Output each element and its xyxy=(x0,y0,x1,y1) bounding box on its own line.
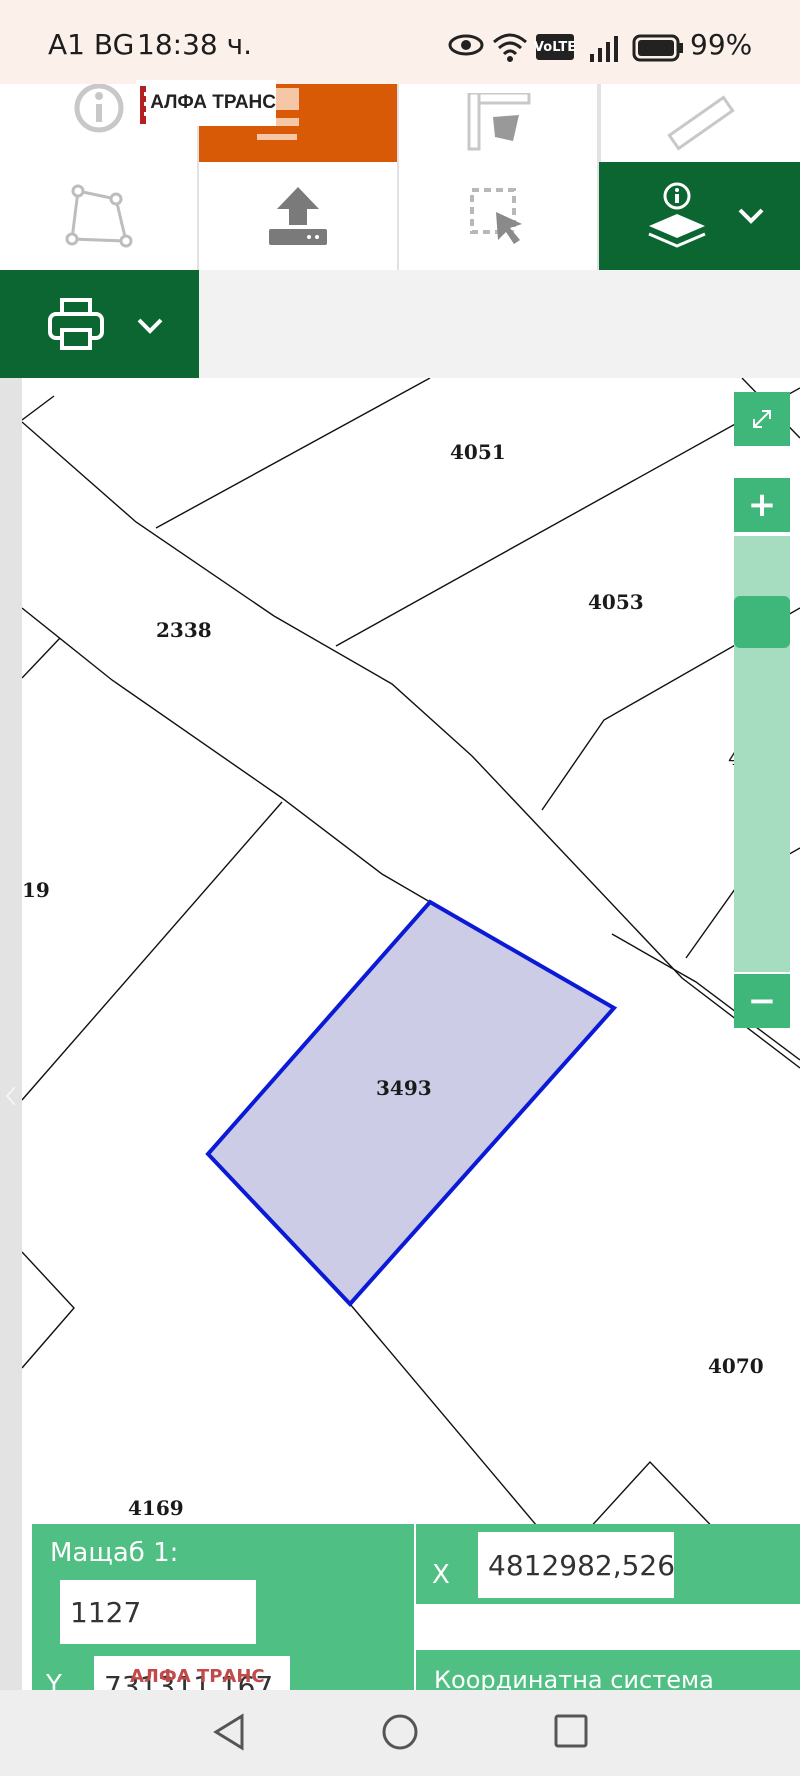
info-icon xyxy=(74,84,124,133)
print-dropdown[interactable] xyxy=(0,270,199,378)
back-icon[interactable] xyxy=(210,1712,250,1752)
upload-icon xyxy=(269,187,327,245)
polygon-icon xyxy=(65,184,132,248)
wifi-icon xyxy=(493,33,527,62)
chevron-left-icon xyxy=(5,1086,16,1106)
print-icon xyxy=(48,298,104,350)
parcel-label: 19 xyxy=(22,878,50,902)
chevron-down-icon xyxy=(137,318,163,334)
coordinate-row-separator xyxy=(416,1604,800,1650)
select-tool[interactable] xyxy=(399,162,599,270)
zoom-slider-handle[interactable] xyxy=(734,596,790,648)
toolbar-empty-area xyxy=(199,270,800,378)
volte-badge: VoLTE xyxy=(534,34,576,60)
eye-icon xyxy=(448,34,484,56)
x-coordinate-input[interactable]: 4812982,526 xyxy=(478,1532,675,1598)
parcel-lines xyxy=(22,378,800,1690)
status-bar: A1 BG 18:38 ч. VoLTE 99% xyxy=(0,0,800,84)
watermark-text: АЛФА ТРАНС xyxy=(130,1666,265,1687)
scale-input[interactable]: 1127 xyxy=(60,1580,256,1644)
carrier-label: A1 BG xyxy=(48,28,135,61)
layer-info-icon xyxy=(648,182,706,248)
ruler-icon xyxy=(666,95,735,151)
x-label: X xyxy=(432,1560,450,1590)
logo: АЛФА ТРАНС xyxy=(136,80,276,126)
logo-text: АЛФА ТРАНС xyxy=(150,92,276,113)
recents-icon[interactable] xyxy=(552,1712,592,1752)
layer-info-dropdown[interactable] xyxy=(599,162,800,270)
cadastral-map[interactable]: 4051 4053 2338 4055 19 3493 4070 4169 xyxy=(22,378,800,1690)
android-nav-bar xyxy=(0,1690,800,1776)
home-icon[interactable] xyxy=(380,1712,420,1752)
upload-tool[interactable] xyxy=(199,162,399,270)
parcel-label: 4053 xyxy=(588,590,644,614)
clock: 18:38 ч. xyxy=(137,28,253,61)
battery-icon xyxy=(632,34,683,62)
selected-parcel-label: 3493 xyxy=(376,1076,432,1100)
expand-icon xyxy=(753,410,771,428)
parcel-label: 4169 xyxy=(128,1496,184,1520)
scale-panel: Мащаб 1: 1127 Y 731311,167 АЛФА ТРАНС xyxy=(32,1524,414,1716)
signal-icon xyxy=(590,36,618,62)
zoom-slider-track[interactable] xyxy=(734,536,790,972)
selected-parcel[interactable] xyxy=(205,899,618,1307)
fullscreen-button[interactable] xyxy=(734,392,790,446)
coordinates-panel: X 4812982,526 Координатна система xyxy=(416,1524,800,1694)
parcel-label: 2338 xyxy=(156,618,212,642)
measure-area-icon xyxy=(467,93,531,151)
zoom-in-button[interactable]: + xyxy=(734,478,790,532)
parcel-label: 4051 xyxy=(450,440,506,464)
measure-area-tool[interactable] xyxy=(399,84,599,162)
scale-label: Мащаб 1: xyxy=(50,1538,179,1568)
select-icon xyxy=(470,188,522,244)
parcel-label: 4070 xyxy=(708,1354,764,1378)
battery-percent: 99% xyxy=(690,28,753,61)
polygon-tool[interactable] xyxy=(0,162,199,270)
zoom-out-button[interactable]: − xyxy=(734,974,790,1028)
chevron-down-icon xyxy=(738,208,764,224)
side-panel-handle[interactable] xyxy=(0,378,22,1690)
building-logo-icon xyxy=(140,86,147,124)
ruler-tool[interactable] xyxy=(599,84,800,162)
